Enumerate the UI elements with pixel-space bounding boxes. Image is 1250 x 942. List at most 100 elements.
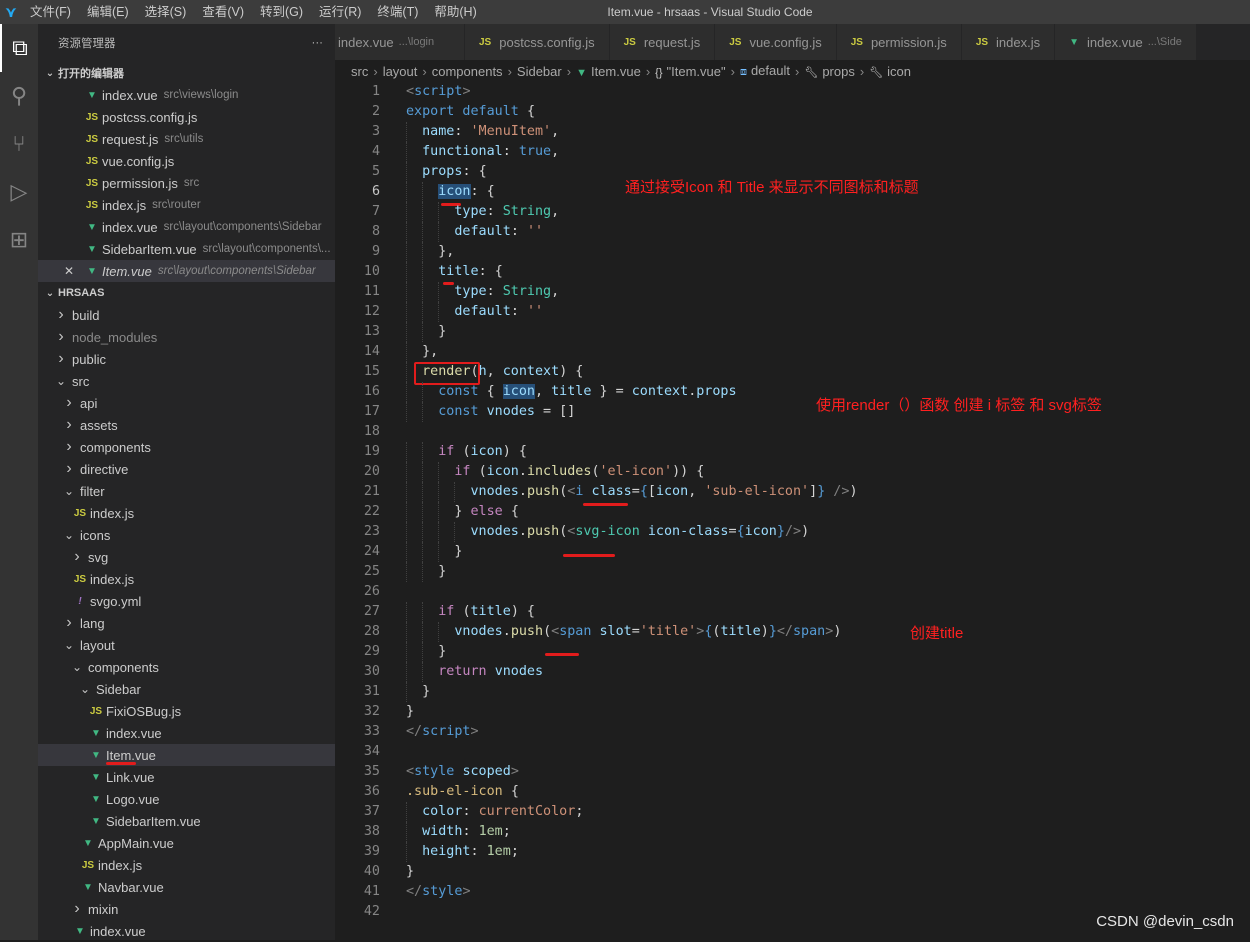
breadcrumb-item[interactable]: 🔧︎props	[804, 64, 855, 79]
open-editor-item[interactable]: ▼SidebarItem.vuesrc\layout\components\..…	[38, 238, 335, 260]
folder-item[interactable]: ›api	[38, 392, 335, 414]
vue-icon: ▼	[576, 67, 587, 79]
menu-item[interactable]: 终端(T)	[369, 0, 426, 24]
breadcrumb-item[interactable]: layout	[383, 64, 418, 79]
file-item[interactable]: ▼Link.vue	[38, 766, 335, 788]
folder-item[interactable]: ›mixin	[38, 898, 335, 920]
file-name: index.vue	[106, 726, 162, 741]
folder-item[interactable]: ›build	[38, 304, 335, 326]
file-item[interactable]: ▼AppMain.vue	[38, 832, 335, 854]
line-number: 18	[335, 422, 380, 442]
open-editor-name: request.js	[102, 132, 158, 147]
folder-item[interactable]: ⌄layout	[38, 634, 335, 656]
folder-item[interactable]: ⌄Sidebar	[38, 678, 335, 700]
search-icon[interactable]: ⚲	[0, 72, 38, 120]
folder-item[interactable]: ⌄icons	[38, 524, 335, 546]
line-number: 34	[335, 742, 380, 762]
folder-item[interactable]: ›lang	[38, 612, 335, 634]
folder-name: layout	[80, 638, 115, 653]
code-line: 19 if (icon) {	[335, 442, 1250, 462]
open-editors-header[interactable]: ⌄打开的编辑器	[38, 62, 335, 84]
open-editor-item[interactable]: JSvue.config.js	[38, 150, 335, 172]
folder-item[interactable]: ›directive	[38, 458, 335, 480]
open-editor-item[interactable]: JSrequest.jssrc\utils	[38, 128, 335, 150]
open-editor-item[interactable]: ▼index.vuesrc\views\login	[38, 84, 335, 106]
editor-tab[interactable]: JSindex.js	[962, 24, 1055, 60]
code-text: title: {	[406, 262, 503, 282]
code-text: vnodes.push(<i class={[icon, 'sub-el-ico…	[406, 482, 858, 502]
open-editor-item[interactable]: JSindex.jssrc\router	[38, 194, 335, 216]
chevron-down-icon: ⌄	[54, 374, 68, 388]
file-item[interactable]: !svgo.yml	[38, 590, 335, 612]
breadcrumb-item[interactable]: 🔧︎icon	[869, 64, 911, 79]
code-editor[interactable]: 通过接受Icon 和 Title 来显示不同图标和标题 使用render（）函数…	[335, 82, 1250, 940]
file-item[interactable]: JSFixiOSBug.js	[38, 700, 335, 722]
menu-item[interactable]: 文件(F)	[22, 0, 79, 24]
folder-item[interactable]: ›node_modules	[38, 326, 335, 348]
editor-tab[interactable]: JSrequest.js	[610, 24, 716, 60]
menu-bar: 文件(F)编辑(E)选择(S)查看(V)转到(G)运行(R)终端(T)帮助(H)	[22, 0, 485, 24]
breadcrumb-item[interactable]: src	[351, 64, 368, 79]
editor-tab[interactable]: JSpostcss.config.js	[465, 24, 610, 60]
breadcrumb-item[interactable]: ⧈default	[740, 63, 790, 79]
file-item[interactable]: ▼Item.vue	[38, 744, 335, 766]
run-debug-icon[interactable]: ▷	[0, 168, 38, 216]
folder-item[interactable]: ›components	[38, 436, 335, 458]
editor-tab[interactable]: JSvue.config.js	[715, 24, 837, 60]
code-line: 5 props: {	[335, 162, 1250, 182]
file-item[interactable]: JSindex.js	[38, 854, 335, 876]
folder-item[interactable]: ›svg	[38, 546, 335, 568]
chevron-right-icon: ›	[70, 900, 84, 918]
line-number: 16	[335, 382, 380, 402]
vscode-logo-icon: ⋎	[0, 0, 22, 24]
file-item[interactable]: ▼SidebarItem.vue	[38, 810, 335, 832]
menu-item[interactable]: 运行(R)	[311, 0, 369, 24]
folder-item[interactable]: ›assets	[38, 414, 335, 436]
menu-item[interactable]: 查看(V)	[194, 0, 252, 24]
line-number: 5	[335, 162, 380, 182]
editor-tab[interactable]: ▼index.vue...\Side	[1055, 24, 1197, 60]
code-text: name: 'MenuItem',	[406, 122, 559, 142]
menu-item[interactable]: 转到(G)	[252, 0, 311, 24]
breadcrumb: src›layout›components›Sidebar›▼Item.vue›…	[335, 60, 1250, 82]
breadcrumb-item[interactable]: components	[432, 64, 503, 79]
code-line: 21 vnodes.push(<i class={[icon, 'sub-el-…	[335, 482, 1250, 502]
folder-item[interactable]: ⌄filter	[38, 480, 335, 502]
folder-item[interactable]: ⌄src	[38, 370, 335, 392]
file-item[interactable]: JSindex.js	[38, 568, 335, 590]
extensions-icon[interactable]: ⊞	[0, 216, 38, 264]
file-item[interactable]: ▼index.vue	[38, 920, 335, 942]
folder-item[interactable]: ⌄components	[38, 656, 335, 678]
chevron-down-icon: ⌄	[42, 68, 58, 79]
editor-tab[interactable]: JSpermission.js	[837, 24, 962, 60]
menu-item[interactable]: 选择(S)	[137, 0, 195, 24]
breadcrumb-item[interactable]: Sidebar	[517, 64, 562, 79]
open-editor-item[interactable]: ✕▼Item.vuesrc\layout\components\Sidebar	[38, 260, 335, 282]
vue-file-icon: ▼	[86, 772, 106, 783]
open-editor-item[interactable]: JSpermission.jssrc	[38, 172, 335, 194]
code-text: const vnodes = []	[406, 402, 575, 422]
breadcrumb-item[interactable]: {}"Item.vue"	[655, 64, 725, 79]
breadcrumb-item[interactable]: ▼Item.vue	[576, 64, 641, 79]
open-editor-item[interactable]: ▼index.vuesrc\layout\components\Sidebar	[38, 216, 335, 238]
menu-item[interactable]: 帮助(H)	[426, 0, 484, 24]
files-icon[interactable]: ⧉	[0, 24, 38, 72]
folder-name: public	[72, 352, 106, 367]
more-actions-icon[interactable]: ···	[312, 37, 324, 49]
code-text: <script>	[406, 82, 471, 102]
menu-item[interactable]: 编辑(E)	[79, 0, 137, 24]
project-header[interactable]: ⌄HRSAAS	[38, 282, 335, 304]
source-control-icon[interactable]: ⑂	[0, 120, 38, 168]
file-item[interactable]: JSindex.js	[38, 502, 335, 524]
file-item[interactable]: ▼Logo.vue	[38, 788, 335, 810]
code-text: <style scoped>	[406, 762, 519, 782]
close-icon[interactable]: ✕	[64, 264, 82, 278]
code-line: 40}	[335, 862, 1250, 882]
vue-file-icon: ▼	[78, 838, 98, 849]
folder-item[interactable]: ›public	[38, 348, 335, 370]
file-item[interactable]: ▼Navbar.vue	[38, 876, 335, 898]
open-editor-item[interactable]: JSpostcss.config.js	[38, 106, 335, 128]
file-item[interactable]: ▼index.vue	[38, 722, 335, 744]
editor-tab[interactable]: index.vue...\login	[335, 24, 465, 60]
code-line: 34	[335, 742, 1250, 762]
